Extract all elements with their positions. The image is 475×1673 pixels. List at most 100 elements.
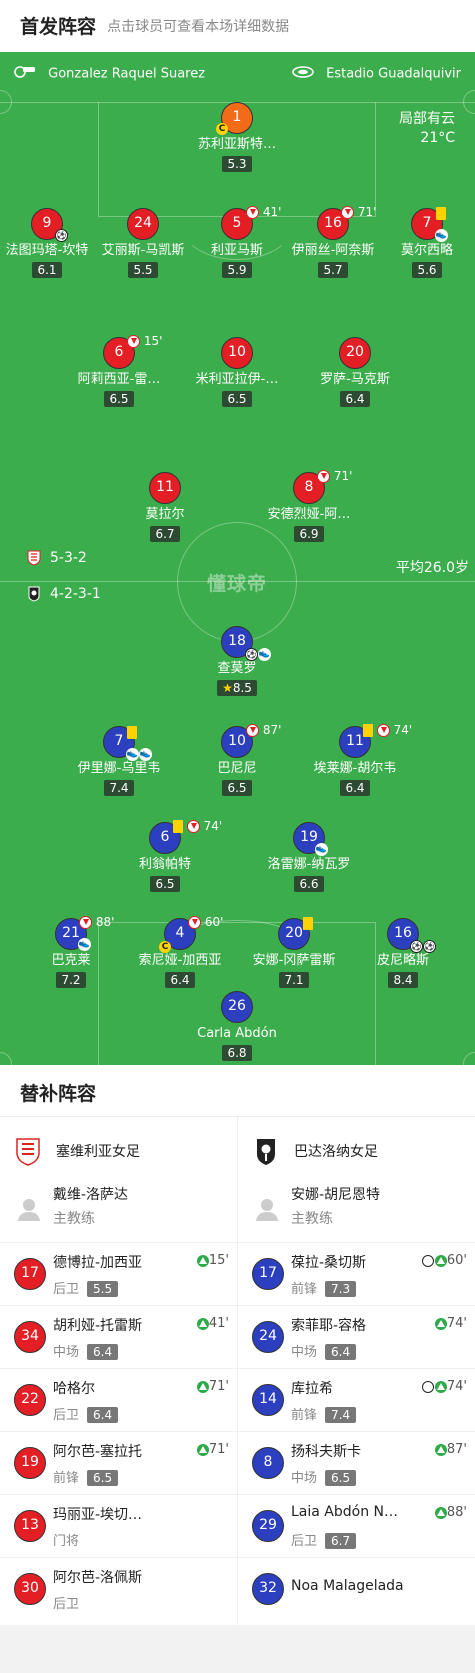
captain-icon: C [159, 940, 171, 953]
sub-row[interactable]: 24 索菲耶-容格 中场 6.4 74' [238, 1305, 475, 1368]
sub-rating: 6.5 [325, 1470, 357, 1486]
corner-arc-bl [0, 1052, 12, 1065]
sub-position: 前锋 [291, 1282, 318, 1297]
player-name: 罗萨-马克斯 [320, 372, 390, 387]
sub-on-marker: 88' [434, 1505, 467, 1520]
sub-rating: 6.4 [87, 1407, 119, 1423]
assist-marker: 👟 👟 [126, 747, 152, 761]
sub-off-marker: 87' [246, 723, 281, 737]
captain-badge: C [216, 121, 228, 135]
sub-row[interactable]: 32 Noa Malagelada [238, 1557, 475, 1620]
home-team-header[interactable]: 塞维利亚女足 [0, 1117, 237, 1180]
goal-marker: ⚽ [55, 228, 68, 242]
sub-position: 后卫 [53, 1597, 80, 1612]
sub-rating: 6.4 [87, 1344, 119, 1360]
player-name: 埃莱娜-胡尔韦 [313, 761, 397, 776]
player-name: 安德烈娅-阿… [267, 507, 351, 522]
sub-row[interactable]: 19 阿尔芭-塞拉托 前锋 6.5 71' [0, 1431, 237, 1494]
stadium-name: Estadio Guadalquivir [326, 66, 461, 82]
sub-minute: 87' [262, 723, 282, 737]
sub-minute: 74' [446, 1379, 467, 1394]
yellow-card-icon [127, 726, 137, 739]
sub-number: 34 [14, 1321, 46, 1353]
assist-marker: 👟 [315, 842, 328, 856]
coach-name: 戴维-洛萨达 [53, 1187, 129, 1203]
corner-arc-br [463, 1052, 475, 1065]
player-rating: 7.4 [104, 780, 134, 796]
goal-ball-icon: ⚽ [245, 648, 258, 661]
sub-minute: 60' [204, 915, 224, 929]
sub-row[interactable]: 14 库拉希 前锋 7.4 74' [238, 1368, 475, 1431]
player-away-26[interactable]: 26 Carla Abdón 6.8 [175, 991, 299, 1061]
sub-on-icon [196, 1254, 209, 1267]
sub-name: 德博拉-加西亚 [53, 1255, 143, 1271]
sub-minute: 41' [208, 1316, 229, 1331]
badalona-crest-icon [26, 586, 42, 602]
assist-boot-icon: 👟 [78, 938, 91, 951]
player-rating: 5.6 [412, 262, 442, 278]
sub-off-icon [188, 916, 201, 929]
sub-row[interactable]: 34 胡利娅-托雷斯 中场 6.4 41' [0, 1305, 237, 1368]
player-number: 10 [221, 337, 253, 369]
sub-name: 哈格尔 [53, 1381, 95, 1397]
sub-row[interactable]: 30 阿尔芭-洛佩斯 后卫 [0, 1557, 237, 1620]
player-name: 米利亚拉伊-… [195, 372, 279, 387]
sub-position: 后卫 [53, 1408, 80, 1423]
sub-minute: 74' [393, 723, 413, 737]
sub-name: 阿尔芭-塞拉托 [53, 1444, 143, 1460]
yellow-card-marker [303, 916, 313, 930]
player-home-1[interactable]: 1 苏利亚斯特… 5.3 [175, 102, 299, 172]
player-away-20[interactable]: 20 安娜-冈萨雷斯 7.1 [232, 918, 356, 988]
sub-row[interactable]: 17 德博拉-加西亚 后卫 5.5 15' [0, 1242, 237, 1305]
home-formation-text: 5-3-2 [50, 550, 87, 566]
assist-boot-icon: 👟 [139, 748, 152, 761]
player-name: 伊里娜-乌里韦 [77, 761, 161, 776]
player-away-16[interactable]: 16 皮尼略斯 8.4 [341, 918, 465, 988]
sub-minute: 88' [446, 1505, 467, 1520]
sub-number: 32 [252, 1573, 284, 1605]
player-name: 利翁帕特 [138, 857, 191, 872]
player-name: Carla Abdón [197, 1026, 277, 1041]
sub-name: 胡利娅-托雷斯 [53, 1318, 143, 1334]
home-coach[interactable]: 戴维-洛萨达 主教练 [0, 1180, 237, 1242]
sub-row[interactable]: 13 玛丽亚-埃切… 门将 [0, 1494, 237, 1557]
assist-boot-icon: 👟 [315, 843, 328, 856]
sevilla-crest-icon [14, 1137, 42, 1167]
player-home-20[interactable]: 20 罗萨-马克斯 6.4 [293, 337, 417, 407]
player-away-19[interactable]: 19 洛雷娜-纳瓦罗 6.6 [247, 822, 371, 892]
sevilla-crest-icon [26, 550, 42, 566]
goal-assist-marker: ⚽ 👟 [245, 647, 271, 661]
captain-icon: C [216, 122, 228, 135]
sub-rating: 7.3 [325, 1281, 357, 1297]
sub-row[interactable]: 29 Laia Abdón N… 后卫 6.7 88' [238, 1494, 475, 1557]
player-home-11[interactable]: 11 莫拉尔 6.7 [103, 472, 227, 542]
sub-name: 玛丽亚-埃切… [53, 1507, 143, 1523]
sub-row[interactable]: 17 葆拉-桑切斯 前锋 7.3 60' [238, 1242, 475, 1305]
goal-sub-on-marker: 60' [421, 1253, 467, 1268]
player-home-10[interactable]: 10 米利亚拉伊-… 6.5 [175, 337, 299, 407]
away-formation-text: 4-2-3-1 [50, 586, 101, 602]
player-away-7[interactable]: 7 伊里娜-乌里韦 7.4 [57, 726, 181, 796]
away-formation: 4-2-3-1 [26, 586, 101, 602]
sub-on-marker: 87' [434, 1442, 467, 1457]
player-away-18[interactable]: 18 查莫罗 ★8.5 [175, 626, 299, 696]
player-rating: 6.8 [222, 1045, 252, 1061]
sub-row[interactable]: 8 扬科夫斯卡 中场 6.5 87' [238, 1431, 475, 1494]
home-team-name: 塞维利亚女足 [56, 1144, 140, 1160]
player-name: 安娜-冈萨雷斯 [252, 953, 336, 968]
coach-avatar-icon [16, 1196, 42, 1222]
player-name: 查莫罗 [217, 661, 257, 676]
sub-on-icon [434, 1317, 447, 1330]
player-name: 阿莉西亚-雷… [77, 372, 161, 387]
away-subs-column: 巴达洛纳女足 安娜-胡尼恩特 主教练 17 葆拉-桑切斯 前锋 7.3 60' 2… [238, 1117, 475, 1620]
player-rating: 6.4 [165, 972, 195, 988]
home-subs-column: 塞维利亚女足 戴维-洛萨达 主教练 17 德博拉-加西亚 后卫 5.5 15' 3… [0, 1117, 237, 1620]
sub-row[interactable]: 22 哈格尔 后卫 6.4 71' [0, 1368, 237, 1431]
away-team-header[interactable]: 巴达洛纳女足 [238, 1117, 475, 1180]
substitutes-section: 替补阵容 塞维利亚女足 戴维-洛萨达 主教练 17 德博拉-加西亚 后卫 5.5 … [0, 1065, 475, 1625]
player-rating: 6.5 [222, 391, 252, 407]
player-home-7[interactable]: 7 莫尔西略 5.6 [365, 208, 475, 278]
player-name: 巴尼尼 [217, 761, 257, 776]
coach-avatar-icon [254, 1196, 280, 1222]
away-coach[interactable]: 安娜-胡尼恩特 主教练 [238, 1180, 475, 1242]
